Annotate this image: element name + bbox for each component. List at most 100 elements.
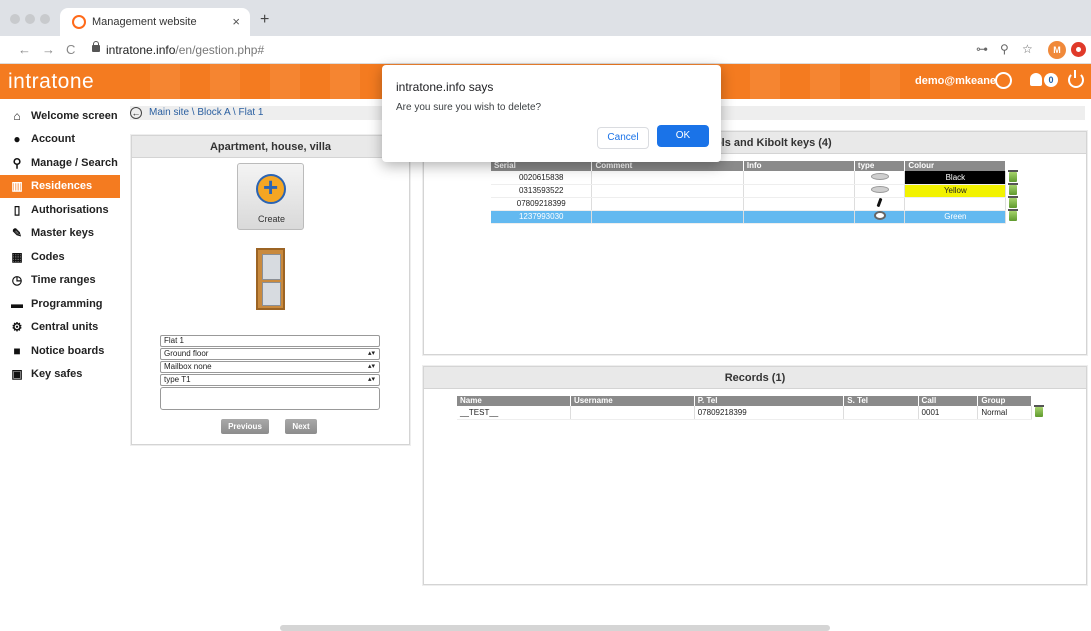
- trash-icon[interactable]: [1008, 195, 1019, 208]
- bell-icon[interactable]: [1030, 73, 1042, 86]
- trash-icon[interactable]: [1008, 182, 1019, 195]
- serial-cell: 07809218399: [491, 197, 593, 211]
- notice-board-icon: ■: [13, 343, 21, 358]
- sidebar-item-codes[interactable]: ▦ Codes: [0, 245, 120, 269]
- safe-icon: ▣: [11, 367, 23, 382]
- window-maximize-dot[interactable]: [40, 14, 50, 24]
- sidebar-item-central-units[interactable]: ⚙ Central units: [0, 316, 120, 340]
- home-icon: ⌂: [13, 108, 21, 123]
- stel-cell: [843, 406, 919, 420]
- serial-cell: 0313593522: [491, 184, 593, 198]
- table-row[interactable]: 07809218399: [491, 195, 1021, 211]
- colour-cell: Yellow: [904, 184, 1007, 198]
- column-header[interactable]: P. Tel: [694, 396, 845, 406]
- sidebar-item-label: Authorisations: [31, 203, 109, 216]
- remote-control-icon: [870, 186, 889, 193]
- tab-close-button[interactable]: ×: [232, 14, 240, 29]
- forward-button[interactable]: →: [42, 42, 55, 57]
- table-row[interactable]: 0020615838 Black: [491, 169, 1021, 185]
- building-icon: ▥: [11, 179, 23, 194]
- sidebar-item-label: Time ranges: [31, 274, 96, 287]
- column-header[interactable]: Colour: [904, 161, 1007, 171]
- records-table: Name Username P. Tel S. Tel Call Group __TEST…: [457, 396, 1048, 420]
- column-header[interactable]: Username: [570, 396, 695, 406]
- info-cell: [743, 197, 855, 211]
- mailbox-select[interactable]: Mailbox none ▴▾: [160, 361, 380, 373]
- column-header[interactable]: Call: [918, 396, 979, 406]
- ptel-cell: 07809218399: [694, 406, 845, 420]
- floor-select[interactable]: Ground floor ▴▾: [160, 348, 380, 360]
- window-minimize-dot[interactable]: [25, 14, 35, 24]
- call-cell: 0001: [918, 406, 979, 420]
- column-header[interactable]: type: [854, 161, 906, 171]
- back-arrow-icon[interactable]: ←: [130, 107, 142, 119]
- column-header[interactable]: Info: [743, 161, 855, 171]
- serial-cell: 0020615838: [491, 171, 593, 185]
- sidebar-item-label: Master keys: [31, 227, 94, 240]
- cancel-button[interactable]: Cancel: [597, 127, 649, 149]
- breadcrumb-path[interactable]: Main site \ Block A \ Flat 1: [149, 107, 264, 118]
- type-cell: [854, 184, 906, 198]
- horizontal-scrollbar[interactable]: [280, 625, 830, 631]
- sidebar-item-welcome-screen[interactable]: ⌂ Welcome screen: [0, 104, 120, 128]
- reload-button[interactable]: C: [66, 42, 75, 57]
- comment-cell: [591, 171, 744, 185]
- table-row[interactable]: 0313593522 Yellow: [491, 182, 1021, 198]
- kibolt-key-icon: [873, 211, 886, 220]
- table-row[interactable]: __TEST__ 07809218399 0001 Normal: [457, 404, 1047, 420]
- sidebar-item-label: Central units: [31, 321, 99, 334]
- column-header[interactable]: Serial: [491, 161, 593, 171]
- zoom-icon[interactable]: ⚲: [1000, 42, 1009, 56]
- back-button[interactable]: ←: [18, 42, 31, 57]
- ok-button[interactable]: OK: [657, 125, 709, 147]
- sidebar-item-key-safes[interactable]: ▣ Key safes: [0, 363, 120, 387]
- chevron-down-icon: ▴▾: [367, 350, 375, 357]
- column-header[interactable]: Name: [457, 396, 571, 406]
- password-key-icon[interactable]: ⊶: [976, 42, 988, 56]
- type-cell: [854, 210, 906, 224]
- sidebar-item-label: Codes: [31, 250, 65, 263]
- sidebar-item-label: Account: [31, 133, 75, 146]
- serial-cell: 1237993030: [491, 210, 593, 224]
- colour-cell: [904, 197, 1007, 211]
- comment-textarea[interactable]: [160, 387, 380, 410]
- intratone-logo[interactable]: intratone: [8, 70, 94, 94]
- sidebar-item-account[interactable]: ● Account: [0, 128, 120, 152]
- profile-avatar[interactable]: M: [1048, 41, 1066, 59]
- dialog-title: intratone.info says: [396, 80, 494, 94]
- flat-name-input[interactable]: Flat 1: [160, 335, 380, 347]
- type-select[interactable]: type T1 ▴▾: [160, 374, 380, 386]
- extension-icon[interactable]: [1071, 42, 1086, 57]
- keypad-icon: ▦: [11, 249, 23, 264]
- sidebar-item-label: Manage / Search: [31, 156, 118, 169]
- sidebar-item-time-ranges[interactable]: ◷ Time ranges: [0, 269, 120, 293]
- power-icon[interactable]: [1068, 70, 1084, 88]
- column-header[interactable]: Group: [977, 396, 1032, 406]
- sidebar-item-residences[interactable]: ▥ Residences: [0, 174, 120, 198]
- records-panel-title: Records (1): [424, 367, 1086, 389]
- column-header[interactable]: S. Tel: [843, 396, 919, 406]
- sidebar-item-master-keys[interactable]: ✎ Master keys: [0, 222, 120, 246]
- previous-button[interactable]: Previous: [221, 419, 269, 434]
- user-name[interactable]: demo@mkeane: [915, 75, 996, 87]
- next-button[interactable]: Next: [285, 419, 317, 434]
- window-close-dot[interactable]: [10, 14, 20, 24]
- comment-cell: [591, 210, 744, 224]
- user-icon[interactable]: [995, 72, 1012, 89]
- create-button[interactable]: Create: [237, 163, 304, 230]
- table-row[interactable]: 1237993030 Green: [491, 208, 1021, 224]
- sidebar-item-notice-boards[interactable]: ■ Notice boards: [0, 339, 120, 363]
- sidebar-item-manage-search[interactable]: ⚲ Manage / Search: [0, 151, 120, 175]
- comment-cell: [591, 184, 744, 198]
- column-header[interactable]: Comment: [591, 161, 744, 171]
- trash-icon[interactable]: [1034, 404, 1045, 417]
- bookmark-star-icon[interactable]: ☆: [1022, 42, 1033, 56]
- url-field[interactable]: intratone.info/en/gestion.php#: [106, 43, 264, 57]
- trash-icon[interactable]: [1008, 169, 1019, 182]
- new-tab-button[interactable]: +: [260, 11, 269, 29]
- sidebar-item-authorisations[interactable]: ▯ Authorisations: [0, 198, 120, 222]
- sidebar-item-programming[interactable]: ▬ Programming: [0, 292, 120, 316]
- notification-badge[interactable]: 0: [1044, 73, 1058, 87]
- trash-icon[interactable]: [1008, 208, 1019, 221]
- browser-tab[interactable]: Management website ×: [60, 8, 250, 36]
